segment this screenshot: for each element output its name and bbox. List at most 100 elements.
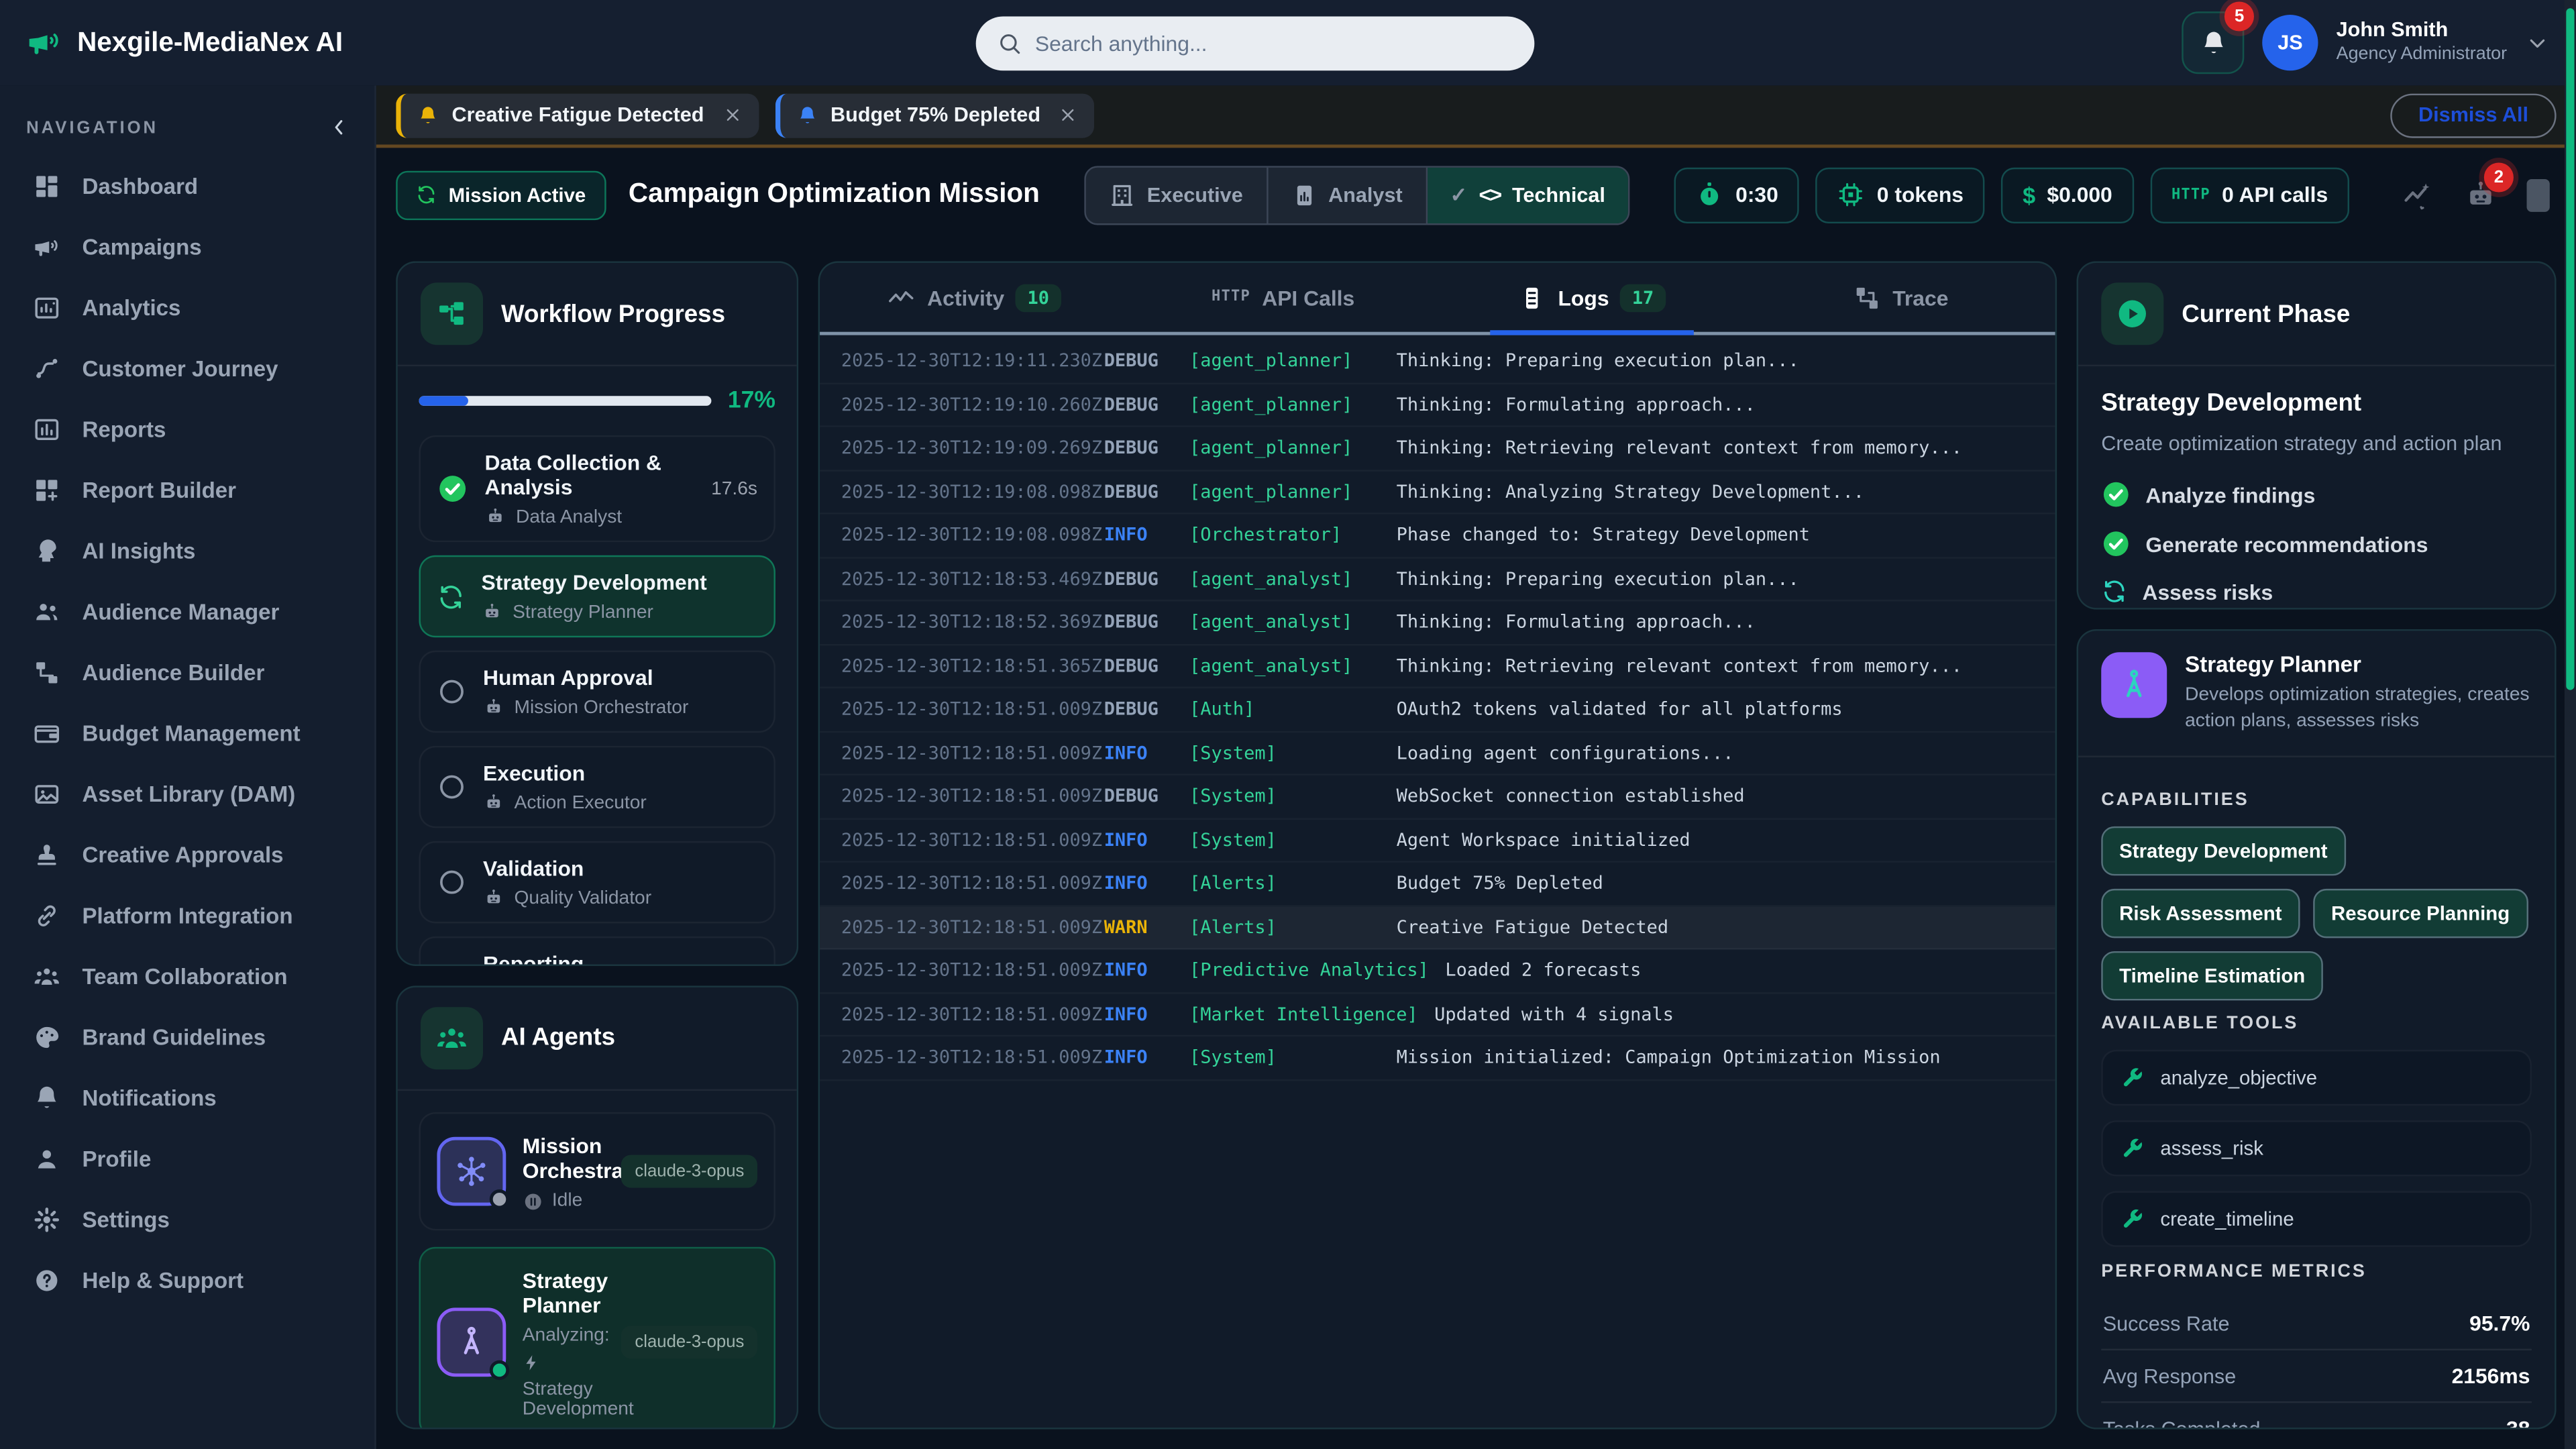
- agent-card-strategy-planner[interactable]: Strategy PlannerAnalyzing:Strategy Devel…: [419, 1246, 775, 1430]
- step-active-icon: [437, 582, 465, 610]
- sidebar-item-label: Settings: [82, 1208, 169, 1232]
- view-tab-technical[interactable]: ✓<>Technical: [1427, 167, 1628, 223]
- avatar[interactable]: JS: [2262, 15, 2318, 70]
- log-component: [Orchestrator]: [1189, 525, 1380, 546]
- link-icon: [33, 902, 61, 930]
- sidebar-item-notifications[interactable]: Notifications: [26, 1068, 352, 1129]
- log-row: 2025-12-30T12:18:51.009ZDEBUG[System]Web…: [820, 775, 2055, 819]
- sidebar-item-label: Creative Approvals: [82, 843, 283, 867]
- workflow-step-validation[interactable]: ValidationQuality Validator: [419, 841, 775, 923]
- step-pending-icon: [437, 963, 466, 965]
- stamp-icon: [33, 841, 61, 869]
- log-timestamp: 2025-12-30T12:18:51.365Z: [841, 655, 1104, 677]
- robot-mini-icon: [483, 792, 504, 813]
- workflow-step-data-collection-analysis[interactable]: Data Collection & AnalysisData Analyst17…: [419, 435, 775, 542]
- close-icon[interactable]: [1059, 105, 1078, 125]
- code-icon: <>: [1479, 182, 1501, 207]
- alert-chips: Creative Fatigue Detected Budget 75% Depl…: [396, 93, 1095, 137]
- log-component: [agent_planner]: [1189, 350, 1380, 372]
- sidebar-item-label: AI Insights: [82, 539, 195, 564]
- step-info: ValidationQuality Validator: [483, 856, 651, 908]
- log-level: INFO: [1104, 873, 1189, 894]
- sidebar-item-dashboard[interactable]: Dashboard: [26, 156, 352, 217]
- robot-icon[interactable]: 2: [2463, 176, 2499, 213]
- robot-mini-icon: [483, 887, 504, 908]
- sidebar-item-label: Report Builder: [82, 478, 236, 503]
- sidebar-item-report-builder[interactable]: Report Builder: [26, 460, 352, 521]
- workflow-step-reporting[interactable]: ReportingInsights Reporter: [419, 936, 775, 965]
- workflow-step-human-approval[interactable]: Human ApprovalMission Orchestrator: [419, 651, 775, 733]
- task-label: Analyze findings: [2145, 482, 2315, 507]
- sidebar-item-audience-builder[interactable]: Audience Builder: [26, 643, 352, 704]
- user-icon: [33, 1145, 61, 1173]
- notifications-button[interactable]: 5: [2182, 11, 2244, 74]
- notification-count-badge: 5: [2224, 1, 2254, 31]
- mission-status-badge: Mission Active: [396, 170, 605, 219]
- dismiss-all-button[interactable]: Dismiss All: [2390, 93, 2556, 137]
- agent-status: Analyzing:Strategy Development: [523, 1325, 606, 1419]
- metric-value: 38: [2506, 1417, 2530, 1430]
- log-level: DEBUG: [1104, 655, 1189, 677]
- log-message: Creative Fatigue Detected: [1397, 916, 1668, 938]
- sidebar-item-analytics[interactable]: Analytics: [26, 278, 352, 339]
- sidebar-item-help-support[interactable]: Help & Support: [26, 1250, 352, 1311]
- sidebar-item-ai-insights[interactable]: AI Insights: [26, 521, 352, 582]
- stat-chip-0-30: 0:30: [1675, 167, 1800, 223]
- chevron-down-icon[interactable]: [2525, 30, 2550, 55]
- agent-card-mission-orchestrator[interactable]: Mission OrchestratorIdleclaude-3-opus: [419, 1112, 775, 1230]
- sidebar-item-team-collaboration[interactable]: Team Collaboration: [26, 947, 352, 1008]
- sidebar-item-brand-guidelines[interactable]: Brand Guidelines: [26, 1007, 352, 1068]
- panel-toggle-icon[interactable]: [2527, 178, 2550, 211]
- sidebar-item-label: Help & Support: [82, 1269, 244, 1293]
- capabilities-list: Strategy DevelopmentRisk AssessmentResou…: [2101, 827, 2532, 1002]
- log-timestamp: 2025-12-30T12:19:09.269Z: [841, 437, 1104, 459]
- workflow-progress-card: Workflow Progress 17% Data Collection & …: [396, 261, 798, 965]
- view-tab-executive[interactable]: Executive: [1086, 167, 1267, 223]
- sidebar-item-settings[interactable]: Settings: [26, 1189, 352, 1250]
- workflow-step-strategy-development[interactable]: Strategy DevelopmentStrategy Planner: [419, 555, 775, 637]
- sidebar-collapse-icon[interactable]: [327, 115, 352, 140]
- sidebar-item-reports[interactable]: Reports: [26, 399, 352, 460]
- metric-success-rate: Success Rate95.7%: [2101, 1299, 2532, 1351]
- sidebar-item-label: Platform Integration: [82, 904, 292, 928]
- user-meta: John Smith Agency Administrator: [2337, 19, 2508, 67]
- tab-trace[interactable]: Trace: [1746, 263, 2055, 332]
- agent-status-dot: [490, 1360, 509, 1379]
- sidebar-item-platform-integration[interactable]: Platform Integration: [26, 885, 352, 947]
- step-agent: Quality Validator: [483, 887, 651, 908]
- view-tab-analyst[interactable]: Analyst: [1267, 167, 1427, 223]
- alert-chip-budget-75-depleted[interactable]: Budget 75% Depleted: [775, 93, 1095, 137]
- sidebar-item-customer-journey[interactable]: Customer Journey: [26, 338, 352, 399]
- scrollbar-thumb[interactable]: [2566, 8, 2574, 690]
- sidebar-item-asset-library-dam[interactable]: Asset Library (DAM): [26, 764, 352, 825]
- log-level: DEBUG: [1104, 481, 1189, 502]
- log-row: 2025-12-30T12:18:52.369ZDEBUG[agent_anal…: [820, 601, 2055, 645]
- log-level: DEBUG: [1104, 568, 1189, 590]
- alert-bell-icon: [417, 105, 439, 126]
- log-row: 2025-12-30T12:18:51.009ZWARN[Alerts]Crea…: [820, 906, 2055, 950]
- center-column: Activity10HTTPAPI CallsLogs17Trace 2025-…: [818, 261, 2057, 1429]
- tool-name: create_timeline: [2160, 1208, 2294, 1231]
- tab-logs[interactable]: Logs17: [1438, 263, 1746, 332]
- sidebar-item-budget-management[interactable]: Budget Management: [26, 703, 352, 764]
- log-timestamp: 2025-12-30T12:18:51.009Z: [841, 698, 1104, 720]
- workflow-step-execution[interactable]: ExecutionAction Executor: [419, 746, 775, 828]
- tab-activity[interactable]: Activity10: [820, 263, 1128, 332]
- step-agent-name: Action Executor: [515, 793, 647, 812]
- tab-api-calls[interactable]: HTTPAPI Calls: [1128, 263, 1437, 332]
- brand-megaphone-icon: [26, 25, 62, 61]
- trend-icon[interactable]: [2402, 178, 2434, 211]
- sidebar-item-audience-manager[interactable]: Audience Manager: [26, 582, 352, 643]
- agent-status-label: Idle: [552, 1191, 582, 1211]
- help-icon: [33, 1267, 61, 1295]
- search-input[interactable]: [1035, 32, 1513, 56]
- sidebar-item-creative-approvals[interactable]: Creative Approvals: [26, 824, 352, 885]
- building-icon: [1109, 182, 1135, 208]
- close-icon[interactable]: [722, 105, 741, 125]
- model-badge: claude-3-opus: [622, 1155, 757, 1187]
- alert-chip-creative-fatigue-detected[interactable]: Creative Fatigue Detected: [396, 93, 758, 137]
- chart-box-icon: [33, 294, 61, 322]
- sidebar-item-profile[interactable]: Profile: [26, 1128, 352, 1189]
- sidebar-item-campaigns[interactable]: Campaigns: [26, 217, 352, 278]
- log-timestamp: 2025-12-30T12:18:51.009Z: [841, 742, 1104, 763]
